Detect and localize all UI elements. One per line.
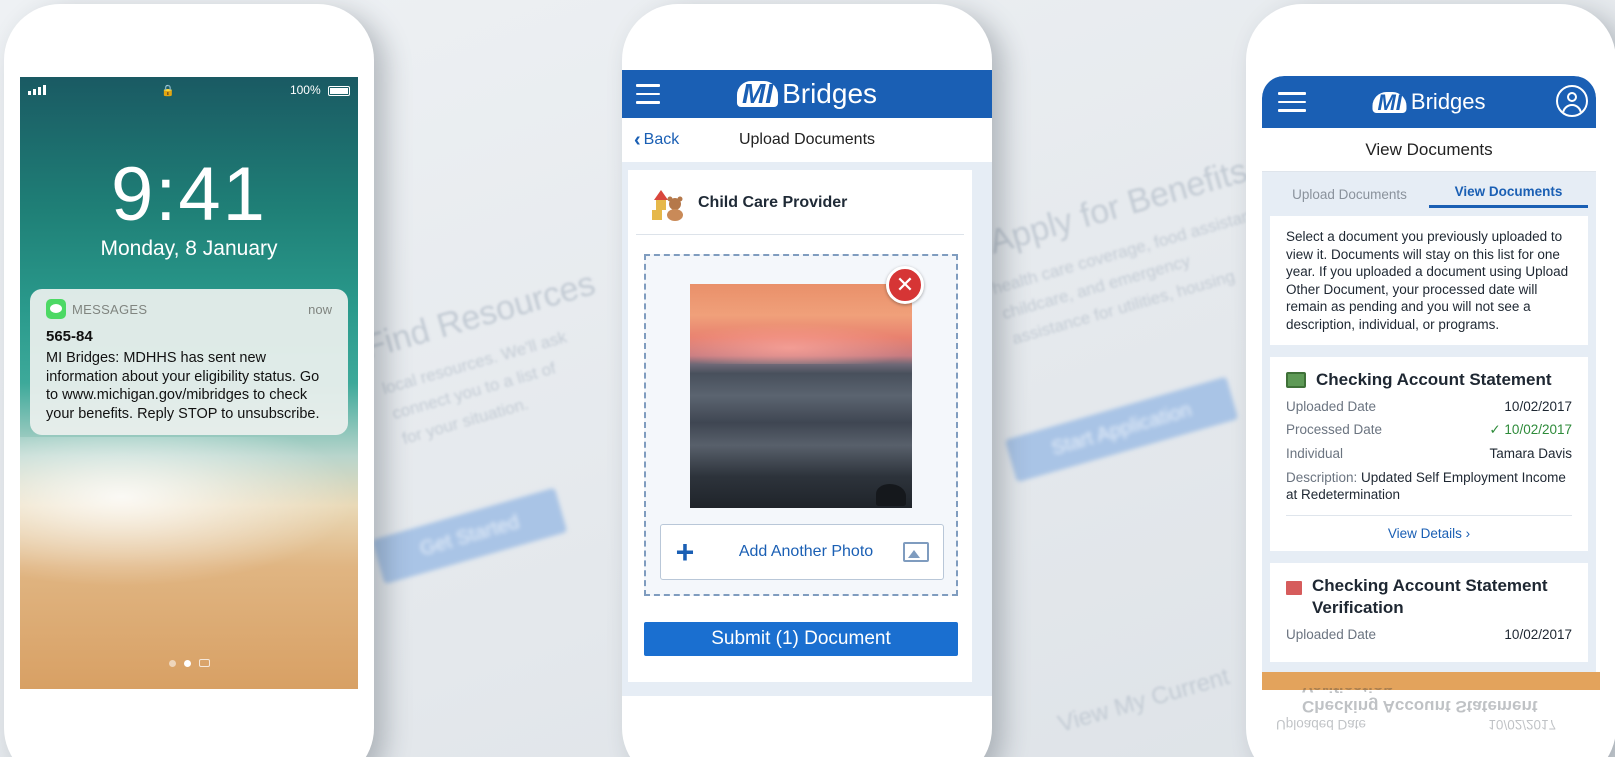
uploaded-date-label: Uploaded Date <box>1286 627 1377 642</box>
document-card[interactable]: Checking Account Statement Verification … <box>1270 563 1588 662</box>
messages-app-icon <box>46 299 66 319</box>
notification-header: MESSAGES now <box>46 299 332 319</box>
logo-name: Bridges <box>1410 89 1486 114</box>
individual-value: Tamara Davis <box>1489 446 1572 461</box>
camera-icon[interactable] <box>198 659 210 667</box>
lock-screen: 🔒 100% 9:41 Monday, 8 January MESSAGES n… <box>20 77 358 689</box>
reflection-title: Checking Account Statement Verification <box>1302 688 1538 716</box>
status-bar: 🔒 100% <box>20 77 358 103</box>
account-avatar-icon[interactable] <box>1556 85 1588 117</box>
page-dot-active <box>183 659 191 667</box>
view-details-label: View Details <box>1387 526 1462 541</box>
mi-bridges-logo: MI Bridges <box>736 78 878 110</box>
individual-label: Individual <box>1286 446 1344 461</box>
phone-upload-documents: MI Bridges ‹ Back Upload Documents Child… <box>622 4 992 757</box>
phone-lock-screen: 🔒 100% 9:41 Monday, 8 January MESSAGES n… <box>4 4 374 757</box>
reflection-label: Uploaded Date <box>1276 717 1367 732</box>
house-icon <box>1286 581 1302 595</box>
document-description: Description: Updated Self Employment Inc… <box>1286 469 1572 503</box>
uploaded-date-label: Uploaded Date <box>1286 399 1377 414</box>
provider-title: Child Care Provider <box>698 194 848 211</box>
chevron-right-icon: › <box>1465 526 1471 541</box>
document-title: Checking Account Statement <box>1286 369 1572 391</box>
info-text: Select a document you previously uploade… <box>1270 216 1588 345</box>
page-indicator <box>20 659 358 667</box>
view-details-link[interactable]: View Details › <box>1286 526 1572 541</box>
add-photo-label: Add Another Photo <box>738 543 874 560</box>
wave-foam <box>20 437 358 587</box>
logo-mark: MI <box>736 80 779 108</box>
upload-card: Child Care Provider ✕ + Add Another Phot… <box>628 170 972 682</box>
uploaded-date-row: Uploaded Date 10/02/2017 <box>1286 627 1572 642</box>
tab-upload-documents[interactable]: Upload Documents <box>1270 187 1429 208</box>
chevron-left-icon: ‹ <box>634 128 641 151</box>
bg-start-application-button: Start Application <box>1005 376 1239 483</box>
lock-time: 9:41 <box>111 152 267 237</box>
bg-get-started-button: Get Started <box>372 487 568 585</box>
close-icon: ✕ <box>895 272 915 297</box>
checkmark-icon: ✓ <box>1489 422 1501 437</box>
app-header: MI Bridges <box>622 70 992 118</box>
battery-icon <box>328 85 350 96</box>
hamburger-menu-icon[interactable] <box>1278 92 1306 112</box>
battery-status: 100% <box>290 83 350 97</box>
page-dot <box>168 659 176 667</box>
document-card[interactable]: Checking Account Statement Uploaded Date… <box>1270 357 1588 551</box>
gallery-icon <box>903 542 929 562</box>
teddy-bear-icon <box>650 184 688 222</box>
bg-heading-view: View My Current <box>1055 663 1233 738</box>
uploaded-date-value: 10/02/2017 <box>1504 627 1572 642</box>
document-title: Checking Account Statement Verification <box>1286 575 1572 619</box>
divider <box>1286 515 1572 516</box>
uploaded-photo-sunset[interactable] <box>690 284 912 508</box>
submit-document-button[interactable]: Submit (1) Document <box>644 622 958 656</box>
hamburger-menu-icon[interactable] <box>636 84 660 104</box>
logo-mark: MI <box>1372 91 1407 113</box>
processed-date-text: 10/02/2017 <box>1504 422 1572 437</box>
remove-photo-button[interactable]: ✕ <box>886 266 924 304</box>
signal-icon <box>28 85 46 95</box>
uploaded-date-value: 10/02/2017 <box>1504 399 1572 414</box>
lock-icon: 🔒 <box>161 84 175 97</box>
notification-app-name: MESSAGES <box>72 301 148 317</box>
document-title-text: Checking Account Statement <box>1316 370 1552 389</box>
reflection-row: Uploaded Date 10/02/2017 <box>1276 717 1556 732</box>
phone-view-documents: MI Bridges View Documents Upload Documen… <box>1246 4 1615 757</box>
back-label: Back <box>643 131 680 148</box>
view-screen: MI Bridges View Documents Upload Documen… <box>1262 76 1596 690</box>
upload-screen: MI Bridges ‹ Back Upload Documents Child… <box>622 70 992 696</box>
document-title-text: Checking Account Statement Verification <box>1312 576 1548 617</box>
tab-view-documents[interactable]: View Documents <box>1429 184 1588 208</box>
uploaded-date-row: Uploaded Date 10/02/2017 <box>1286 399 1572 414</box>
document-tabs: Upload Documents View Documents <box>1262 172 1596 208</box>
description-label: Description: <box>1286 470 1358 485</box>
mi-bridges-logo: MI Bridges <box>1372 89 1486 115</box>
battery-percent: 100% <box>289 83 321 97</box>
provider-header: Child Care Provider <box>636 170 964 235</box>
screen-reflection: Uploaded Date 10/02/2017 Checking Accoun… <box>1262 688 1568 738</box>
plus-icon: + <box>675 534 695 570</box>
individual-row: Individual Tamara Davis <box>1286 446 1572 461</box>
processed-date-value: ✓ 10/02/2017 <box>1489 422 1572 438</box>
app-header: MI Bridges <box>1262 76 1596 128</box>
photo-drop-zone[interactable]: ✕ + Add Another Photo <box>644 254 958 596</box>
sub-nav: ‹ Back Upload Documents <box>622 118 992 162</box>
add-another-photo-button[interactable]: + Add Another Photo <box>660 524 944 580</box>
notification-time: now <box>308 301 332 317</box>
page-title: View Documents <box>1262 128 1596 172</box>
reflection-value: 10/02/2017 <box>1488 717 1556 732</box>
notification-sender: 565-84 <box>46 328 93 345</box>
back-button[interactable]: ‹ Back <box>634 129 679 152</box>
notification-app: MESSAGES <box>46 299 147 319</box>
money-icon <box>1286 372 1306 388</box>
processed-date-row: Processed Date ✓ 10/02/2017 <box>1286 422 1572 438</box>
sms-notification[interactable]: MESSAGES now 565-84 MI Bridges: MDHHS ha… <box>30 289 348 435</box>
processed-date-label: Processed Date <box>1286 422 1383 437</box>
lock-date: Monday, 8 January <box>100 237 278 260</box>
logo-name: Bridges <box>782 78 878 109</box>
notification-body: MI Bridges: MDHHS has sent new informati… <box>46 350 320 422</box>
